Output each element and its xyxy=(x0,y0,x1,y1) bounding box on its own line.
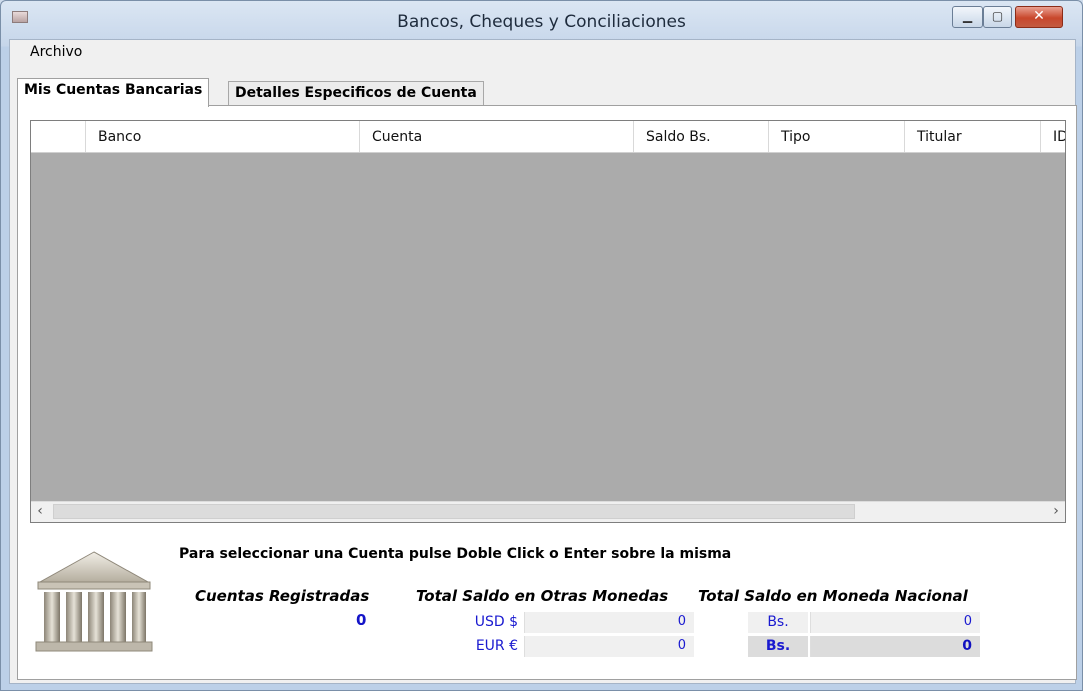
tab-detalles-especificos[interactable]: Detalles Especificos de Cuenta xyxy=(228,81,484,106)
cuentas-registradas-title: Cuentas Registradas xyxy=(195,587,370,605)
scroll-right-arrow-icon[interactable]: › xyxy=(1047,503,1065,519)
column-header-saldo[interactable]: Saldo Bs. xyxy=(634,121,769,152)
close-icon: ✕ xyxy=(1033,8,1045,24)
usd-value: 0 xyxy=(524,612,694,633)
eur-value: 0 xyxy=(524,636,694,657)
minimize-button[interactable]: ▁ xyxy=(952,6,983,28)
minimize-icon: ▁ xyxy=(962,9,973,23)
scrollbar-thumb[interactable] xyxy=(53,504,855,519)
maximize-icon: ▢ xyxy=(991,9,1004,23)
application-window: Bancos, Cheques y Conciliaciones ▁ ▢ ✕ A… xyxy=(0,0,1083,691)
horizontal-scrollbar[interactable]: ‹ › xyxy=(31,501,1065,522)
bs-value: 0 xyxy=(810,612,980,633)
maximize-button[interactable]: ▢ xyxy=(983,6,1012,28)
column-header-banco[interactable]: Banco xyxy=(86,121,360,152)
window-title: Bancos, Cheques y Conciliaciones xyxy=(397,12,686,32)
column-header-titular[interactable]: Titular xyxy=(905,121,1041,152)
client-area: Archivo Mis Cuentas Bancarias Detalles E… xyxy=(9,39,1077,684)
column-header-cuenta[interactable]: Cuenta xyxy=(360,121,634,152)
bs-total-value: 0 xyxy=(810,636,980,657)
bank-building-icon xyxy=(35,551,153,652)
scroll-left-arrow-icon[interactable]: ‹ xyxy=(31,503,49,519)
grid-header: Banco Cuenta Saldo Bs. Tipo Titular ID xyxy=(31,121,1065,153)
selection-hint: Para seleccionar una Cuenta pulse Doble … xyxy=(179,546,732,562)
eur-label: EUR € xyxy=(475,638,518,654)
column-header-tipo[interactable]: Tipo xyxy=(769,121,905,152)
otras-monedas-title: Total Saldo en Otras Monedas xyxy=(416,587,669,605)
row-header-corner xyxy=(31,121,86,152)
close-button[interactable]: ✕ xyxy=(1015,6,1063,28)
tab-mis-cuentas-bancarias[interactable]: Mis Cuentas Bancarias xyxy=(17,78,210,107)
menu-bar: Archivo xyxy=(10,40,1075,67)
accounts-grid[interactable]: Banco Cuenta Saldo Bs. Tipo Titular ID ‹… xyxy=(30,120,1066,523)
cuentas-registradas-count: 0 xyxy=(356,611,367,629)
bs-total-label: Bs. xyxy=(748,636,808,657)
moneda-nacional-title: Total Saldo en Moneda Nacional xyxy=(698,587,968,605)
menu-archivo[interactable]: Archivo xyxy=(26,44,86,60)
usd-label: USD $ xyxy=(474,614,518,630)
bs-label: Bs. xyxy=(748,612,808,633)
column-header-id[interactable]: ID xyxy=(1041,121,1065,152)
tab-strip: Mis Cuentas Bancarias Detalles Especific… xyxy=(17,78,1077,107)
tab-page-mis-cuentas: Banco Cuenta Saldo Bs. Tipo Titular ID ‹… xyxy=(17,105,1077,680)
